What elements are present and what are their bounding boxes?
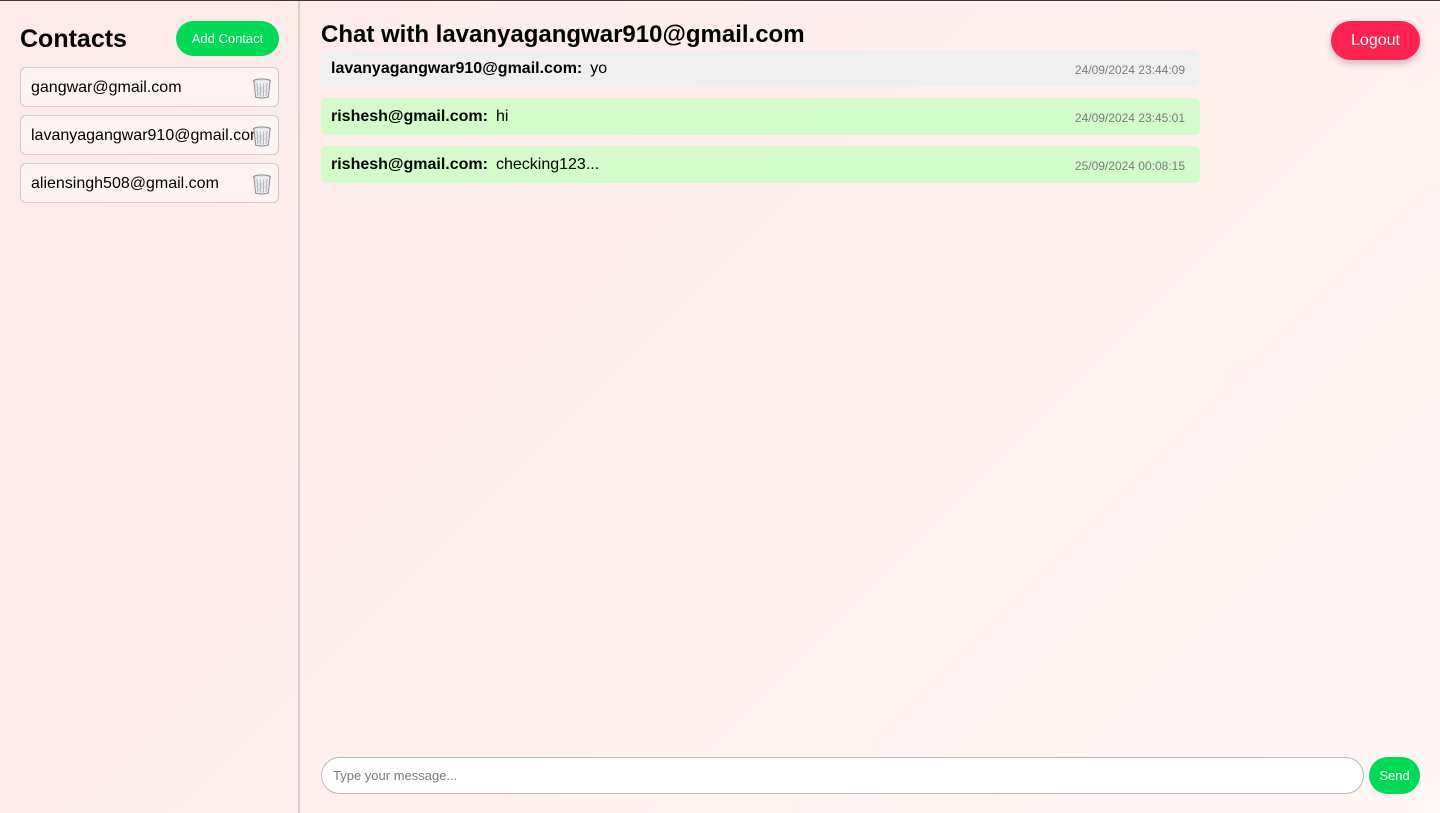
- message-sender-email: rishesh@gmail.com:: [331, 156, 488, 173]
- message-sender: rishesh@gmail.com: hi: [331, 107, 508, 126]
- message-item: lavanyagangwar910@gmail.com: yo 24/09/202…: [321, 50, 1200, 87]
- trash-icon[interactable]: [252, 125, 272, 147]
- message-text: checking123...: [495, 156, 600, 173]
- chat-panel: Chat with lavanyagangwar910@gmail.com Lo…: [301, 1, 1440, 813]
- contacts-sidebar: Contacts Add Contact gangwar@gmail.com l…: [0, 1, 300, 813]
- contacts-title: Contacts: [20, 25, 127, 53]
- message-sender-email: rishesh@gmail.com:: [331, 108, 488, 125]
- message-timestamp: 24/09/2024 23:44:09: [1074, 63, 1185, 77]
- chat-title: Chat with lavanyagangwar910@gmail.com: [321, 21, 805, 48]
- contact-item[interactable]: aliensingh508@gmail.com: [20, 163, 279, 203]
- message-text: yo: [590, 60, 608, 77]
- message-timestamp: 24/09/2024 23:45:01: [1074, 111, 1185, 125]
- contact-email: gangwar@gmail.com: [31, 79, 182, 96]
- sidebar-header: Contacts Add Contact: [20, 21, 279, 57]
- message-sender-email: lavanyagangwar910@gmail.com:: [331, 60, 583, 77]
- message-sender: lavanyagangwar910@gmail.com: yo: [331, 59, 607, 78]
- trash-icon[interactable]: [252, 77, 272, 99]
- contact-email: lavanyagangwar910@gmail.com: [31, 127, 264, 144]
- contact-item[interactable]: lavanyagangwar910@gmail.com: [20, 115, 279, 155]
- contact-item[interactable]: gangwar@gmail.com: [20, 67, 279, 107]
- send-button[interactable]: Send: [1369, 757, 1420, 794]
- message-item: rishesh@gmail.com: checking123... 25/09/2…: [321, 146, 1200, 183]
- message-list: lavanyagangwar910@gmail.com: yo 24/09/202…: [321, 50, 1200, 194]
- contact-list: gangwar@gmail.com lavanyagangwar910@gmai…: [20, 67, 279, 211]
- message-input[interactable]: [321, 757, 1364, 794]
- message-timestamp: 25/09/2024 00:08:15: [1074, 159, 1185, 173]
- message-sender: rishesh@gmail.com: checking123...: [331, 155, 599, 174]
- trash-icon[interactable]: [252, 173, 272, 195]
- message-composer: Send: [321, 757, 1420, 794]
- contact-email: aliensingh508@gmail.com: [31, 175, 219, 192]
- message-text: hi: [495, 108, 509, 125]
- logout-button[interactable]: Logout: [1331, 21, 1420, 60]
- add-contact-button[interactable]: Add Contact: [176, 21, 279, 56]
- message-item: rishesh@gmail.com: hi 24/09/2024 23:45:01: [321, 98, 1200, 135]
